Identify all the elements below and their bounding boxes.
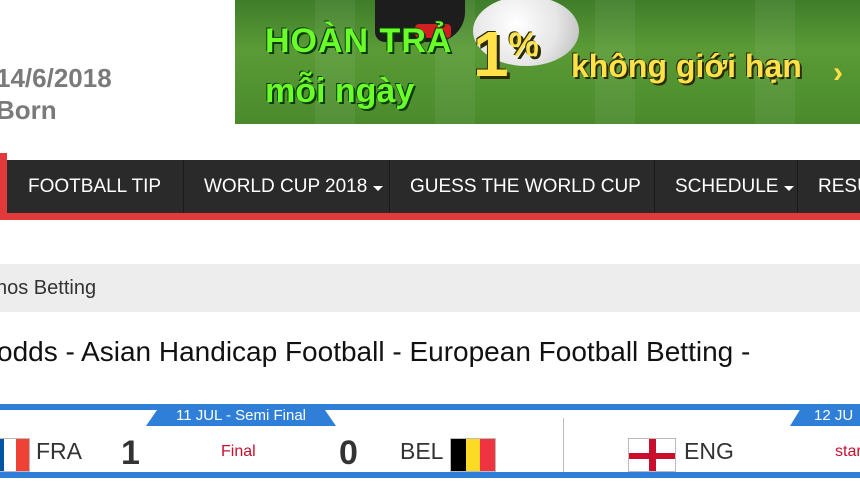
caret-down-icon: [373, 185, 384, 191]
england-flag-icon: [628, 438, 676, 472]
nav-item-label: SCHEDULE: [675, 175, 779, 197]
chevron-right-icon: ›: [833, 56, 843, 89]
nav-item-label: WORLD CUP 2018: [204, 175, 368, 197]
post-meta: 14/6/2018 Born: [0, 62, 112, 126]
promo-banner[interactable]: HOÀN TRẢ mỗi ngày 1% không giới hạn ›: [235, 0, 860, 124]
nav-item-label: RESU: [818, 175, 860, 197]
nav-item-results[interactable]: RESU: [818, 160, 860, 213]
nav-separator: [389, 160, 390, 213]
banner-headline: HOÀN TRẢ: [265, 22, 453, 60]
home-team: ENG: [684, 438, 734, 464]
main-nav: FOOTBALL TIP WORLD CUP 2018 GUESS THE WO…: [0, 153, 860, 220]
banner-percent: 1%: [473, 22, 539, 97]
post-date: 14/6/2018: [0, 63, 112, 93]
nav-separator: [183, 160, 184, 213]
nav-separator: [654, 160, 655, 213]
nav-accent: [0, 153, 7, 220]
france-flag-icon: [0, 438, 30, 472]
away-score: 0: [339, 434, 358, 472]
post-author: Born: [0, 95, 57, 125]
banner-tagline: không giới hạn: [571, 48, 802, 84]
flag-stripe: [465, 439, 481, 471]
breadcrumb: nos Betting: [0, 264, 860, 312]
belgium-flag-icon: [450, 438, 496, 472]
banner-subline: mỗi ngày: [265, 72, 415, 110]
nav-item-world-cup-2018[interactable]: WORLD CUP 2018: [204, 160, 384, 213]
nav-separator: [797, 160, 798, 213]
match-tab: 11 JUL - Semi Final: [146, 404, 336, 426]
match-scoreboard: 11 JUL - Semi Final 12 JU FRA 1 Final 0 …: [0, 404, 860, 478]
nav-item-schedule[interactable]: SCHEDULE: [675, 160, 795, 213]
banner-percent-value: 1: [473, 18, 509, 90]
home-team: FRA: [36, 438, 82, 464]
home-score: 1: [121, 434, 140, 472]
nav-item-guess-the-world-cup[interactable]: GUESS THE WORLD CUP: [410, 160, 641, 213]
match-tab: 12 JU: [790, 404, 860, 426]
match-status[interactable]: star: [835, 443, 860, 461]
nav-item-label: FOOTBALL TIP: [28, 175, 162, 197]
flag-stripe: [3, 439, 17, 471]
nav-item-label: GUESS THE WORLD CUP: [410, 175, 641, 197]
flag-stripe: [480, 439, 495, 471]
caret-down-icon: [784, 185, 795, 191]
flag-stripe: [16, 439, 29, 471]
page-title: odds - Asian Handicap Football - Europea…: [0, 336, 751, 367]
breadcrumb-item[interactable]: nos Betting: [0, 277, 96, 300]
match-status[interactable]: Final: [221, 443, 256, 461]
nav-item-football-tip[interactable]: FOOTBALL TIP: [28, 160, 161, 213]
banner-percent-sign: %: [508, 26, 539, 64]
flag-stripe: [451, 439, 466, 471]
away-team: BEL: [400, 438, 444, 464]
match-divider: [563, 418, 564, 472]
